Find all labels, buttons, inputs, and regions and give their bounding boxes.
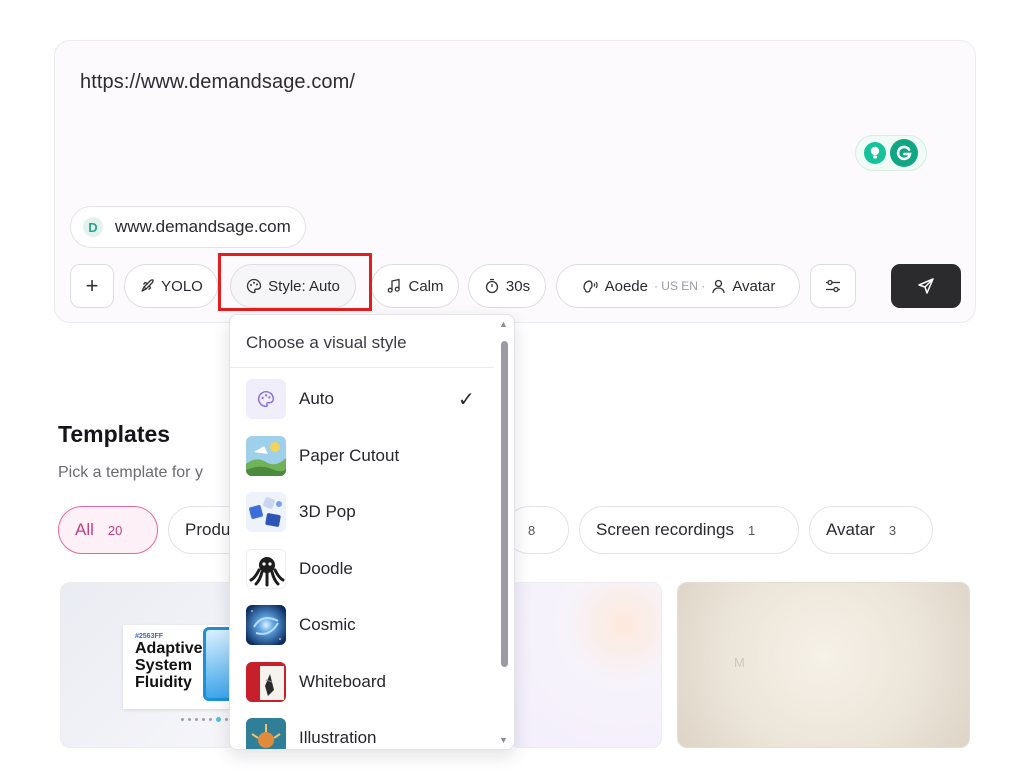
sliders-icon <box>826 279 840 293</box>
rocket-icon <box>141 279 154 292</box>
palette-icon <box>246 379 286 420</box>
voice-avatar-button[interactable]: Aoede · US EN · Avatar <box>556 264 800 308</box>
style-option-illustration[interactable]: Illustration <box>230 710 496 749</box>
template-card[interactable]: M <box>677 582 970 748</box>
filter-chip-label: Avatar <box>826 520 875 539</box>
style-option-3d-pop[interactable]: 3D Pop <box>230 484 496 541</box>
duration-label: 30s <box>505 277 531 295</box>
style-option-cosmic[interactable]: Cosmic <box>230 597 496 654</box>
style-option-label: 3D Pop <box>299 502 356 522</box>
template-card[interactable] <box>510 582 662 748</box>
whiteboard-thumb-icon <box>246 661 286 702</box>
source-chip[interactable]: D www.demandsage.com <box>70 206 306 248</box>
filter-chip-screen-recordings[interactable]: Screen recordings 1 <box>579 506 799 554</box>
style-option-label: Doodle <box>299 558 353 578</box>
lightbulb-icon[interactable] <box>864 142 886 164</box>
filter-chip-label: Screen recordings <box>596 520 734 539</box>
yolo-button[interactable]: YOLO <box>124 264 218 308</box>
style-button[interactable]: Style: Auto <box>230 264 356 308</box>
grammarly-widget[interactable] <box>855 135 927 171</box>
source-chip-label: www.demandsage.com <box>115 217 291 236</box>
filter-chip-count: 8 <box>528 522 536 538</box>
style-option-list: Auto ✓ Paper Cutout 3D Pop Doodle Cosmic… <box>230 371 496 749</box>
filter-chip-label: All <box>75 520 94 539</box>
music-note-icon <box>388 278 401 293</box>
music-button[interactable]: Calm <box>371 264 459 308</box>
send-icon <box>918 278 934 294</box>
divider <box>230 367 494 368</box>
doodle-thumb-icon <box>246 548 286 589</box>
add-button[interactable]: + <box>70 264 114 308</box>
voice-locale: · US EN · <box>653 279 706 293</box>
filter-chip-all[interactable]: All 20 <box>58 506 158 554</box>
templates-subtitle: Pick a template for y <box>58 464 203 481</box>
send-button[interactable] <box>891 264 961 308</box>
style-label: Style: Auto <box>268 277 340 295</box>
style-option-whiteboard[interactable]: Whiteboard <box>230 654 496 711</box>
style-option-label: Cosmic <box>299 615 356 635</box>
yolo-label: YOLO <box>161 277 203 295</box>
paper-cutout-thumb-icon <box>246 435 286 476</box>
voice-icon <box>582 280 598 293</box>
settings-button[interactable] <box>810 264 856 308</box>
style-option-label: Auto <box>299 389 334 409</box>
style-option-label: Whiteboard <box>299 671 386 691</box>
prompt-input[interactable]: https://www.demandsage.com/ <box>80 71 355 94</box>
scroll-up-icon[interactable]: ▲ <box>499 319 508 329</box>
style-option-label: Illustration <box>299 728 377 748</box>
person-icon <box>712 279 725 293</box>
carousel-dots <box>181 717 235 722</box>
template-card[interactable]: #2563FF Adaptive D System Fluidity <box>60 582 236 748</box>
grammarly-icon[interactable] <box>890 139 918 167</box>
style-option-paper-cutout[interactable]: Paper Cutout <box>230 428 496 485</box>
prompt-card: https://www.demandsage.com/ D www.demand… <box>54 40 976 323</box>
filter-chip-count: 1 <box>747 522 756 538</box>
templates-title: Templates <box>58 421 171 447</box>
dropdown-scrollbar[interactable]: ▲ ▼ <box>498 319 510 745</box>
checkmark-icon: ✓ <box>458 388 475 411</box>
duration-button[interactable]: 30s <box>468 264 546 308</box>
site-favicon-icon: D <box>83 217 103 237</box>
illustration-thumb-icon <box>246 718 286 749</box>
3d-pop-thumb-icon <box>246 492 286 533</box>
style-dropdown: Choose a visual style Auto ✓ Paper Cutou… <box>229 314 515 750</box>
style-dropdown-header: Choose a visual style <box>246 333 407 352</box>
filter-chip-count: 3 <box>888 522 897 538</box>
plus-icon: + <box>85 273 99 298</box>
scroll-down-icon[interactable]: ▼ <box>499 735 508 745</box>
style-option-label: Paper Cutout <box>299 445 400 465</box>
filter-chip-avatar[interactable]: Avatar 3 <box>809 506 933 554</box>
avatar-label: Avatar <box>732 277 776 295</box>
cosmic-thumb-icon <box>246 605 286 646</box>
filter-chip-label: Produ <box>185 520 231 539</box>
scroll-thumb[interactable] <box>501 341 508 667</box>
filter-chip-count: 20 <box>107 522 123 538</box>
voice-label: Aoede <box>604 277 648 295</box>
timer-icon <box>485 278 499 294</box>
palette-icon <box>246 278 262 294</box>
template-watermark: M <box>734 655 745 670</box>
style-option-auto[interactable]: Auto ✓ <box>230 371 496 428</box>
style-option-doodle[interactable]: Doodle <box>230 541 496 598</box>
music-label: Calm <box>408 277 444 295</box>
